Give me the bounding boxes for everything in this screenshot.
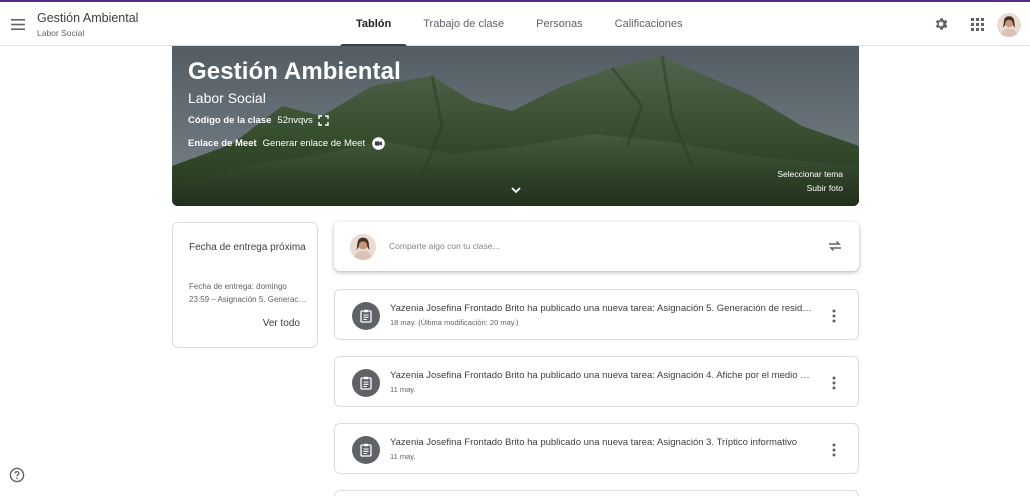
class-settings-button[interactable] <box>930 13 952 35</box>
gear-icon <box>935 18 948 30</box>
post-date: 11 may. <box>390 385 416 394</box>
select-theme-link[interactable]: Seleccionar tema <box>777 169 843 179</box>
stream-post[interactable]: Yazenia Josefina Frontado Brito ha publi… <box>334 423 859 474</box>
more-vert-icon <box>832 309 836 323</box>
class-banner: Gestión Ambiental Labor Social Código de… <box>172 46 859 206</box>
post-date: 18 may. (Última modificación: 20 may.) <box>390 318 519 327</box>
post-more-button[interactable] <box>830 308 838 324</box>
avatar-image <box>350 234 376 260</box>
google-apps-button[interactable] <box>966 13 988 35</box>
main-menu-button[interactable] <box>6 10 30 38</box>
class-section: Labor Social <box>37 28 85 38</box>
meet-video-icon[interactable] <box>372 137 385 150</box>
post-text: Yazenia Josefina Frontado Brito ha publi… <box>390 303 814 314</box>
stream-post[interactable]: Yazenia Josefina Frontado Brito ha publi… <box>334 356 859 407</box>
upcoming-due-line2: 23:59 – Asignación 5. Generación de resi… <box>189 295 307 304</box>
post-text: Yazenia Josefina Frontado Brito ha publi… <box>390 437 797 448</box>
stream-post[interactable]: Yazenia Josefina Frontado Brito ha publi… <box>334 289 859 340</box>
account-avatar[interactable] <box>997 13 1021 37</box>
avatar-image <box>997 13 1021 37</box>
assignment-icon <box>360 376 372 390</box>
share-placeholder[interactable]: Comparte algo con tu clase... <box>389 241 500 251</box>
class-code-value: 52nvqvs <box>277 115 313 126</box>
assignment-icon <box>360 443 372 457</box>
repost-icon[interactable] <box>827 238 843 254</box>
more-vert-icon <box>832 376 836 390</box>
generate-meet-link[interactable]: Generar enlace de Meet <box>263 138 365 149</box>
post-date: 11 may. <box>390 452 416 461</box>
post-more-button[interactable] <box>830 442 838 458</box>
banner-title: Gestión Ambiental <box>188 58 401 85</box>
class-tabs: Tablón Trabajo de clase Personas Calific… <box>340 2 699 47</box>
assignment-icon-circle <box>352 302 380 330</box>
tab-personas[interactable]: Personas <box>520 2 598 46</box>
top-app-bar: Gestión Ambiental Labor Social Tablón Tr… <box>0 2 1030 47</box>
class-title[interactable]: Gestión Ambiental <box>37 11 138 25</box>
class-code-label: Código de la clase <box>188 115 272 126</box>
chevron-down-icon[interactable] <box>508 182 524 198</box>
fullscreen-icon[interactable] <box>318 115 329 126</box>
meet-label: Enlace de Meet <box>188 138 257 149</box>
share-box[interactable]: Comparte algo con tu clase... <box>334 222 859 271</box>
post-more-button[interactable] <box>830 375 838 391</box>
upcoming-card: Fecha de entrega próxima Fecha de entreg… <box>172 222 318 348</box>
post-text: Yazenia Josefina Frontado Brito ha publi… <box>390 370 814 381</box>
tab-calificaciones[interactable]: Calificaciones <box>599 2 699 46</box>
view-all-link[interactable]: Ver todo <box>263 318 300 329</box>
assignment-icon-circle <box>352 369 380 397</box>
upcoming-due[interactable]: Fecha de entrega: domingo 23:59 – Asigna… <box>189 280 307 306</box>
share-avatar <box>350 234 376 260</box>
more-vert-icon <box>832 443 836 457</box>
banner-subtitle: Labor Social <box>188 90 266 106</box>
assignment-icon <box>360 309 372 323</box>
apps-grid-icon <box>970 17 984 31</box>
stream-post-partial <box>334 490 859 496</box>
upcoming-due-line1: Fecha de entrega: domingo <box>189 282 287 291</box>
upload-photo-link[interactable]: Subir foto <box>807 183 843 193</box>
assignment-icon-circle <box>352 436 380 464</box>
help-icon[interactable] <box>9 467 25 483</box>
upcoming-title: Fecha de entrega próxima <box>189 242 306 253</box>
menu-icon <box>11 18 25 30</box>
tab-tablon[interactable]: Tablón <box>340 2 408 47</box>
class-code-row: Código de la clase 52nvqvs <box>188 115 329 126</box>
tab-trabajo-de-clase[interactable]: Trabajo de clase <box>407 2 520 46</box>
meet-link-row: Enlace de Meet Generar enlace de Meet <box>188 137 385 150</box>
